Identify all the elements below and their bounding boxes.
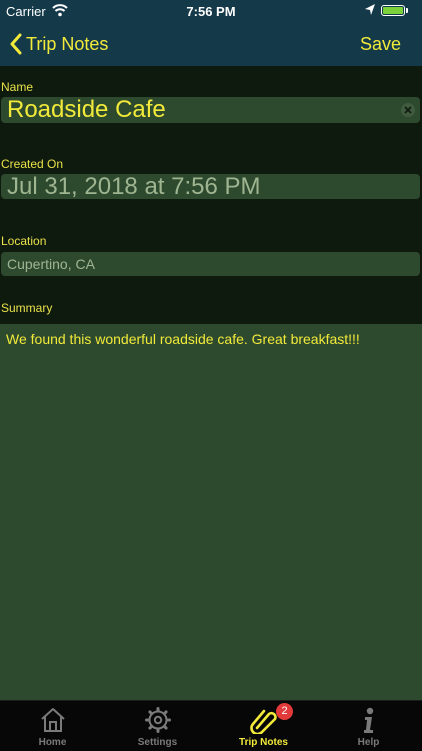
tab-trip-notes[interactable]: Trip Notes — [211, 701, 316, 751]
clear-icon[interactable] — [401, 103, 415, 117]
tab-settings[interactable]: Settings — [105, 701, 210, 751]
save-button[interactable]: Save — [360, 34, 401, 55]
navigation-bar: Trip Notes Save — [0, 22, 422, 66]
home-icon — [0, 706, 105, 734]
tab-help-label: Help — [357, 737, 380, 748]
name-field[interactable]: Roadside Cafe — [1, 97, 420, 123]
created-on-label: Created On — [1, 157, 64, 171]
tab-home-label: Home — [38, 737, 67, 748]
trip-note-form: Name Roadside Cafe Created On Jul 31, 20… — [0, 66, 422, 700]
tab-home[interactable]: Home — [0, 701, 105, 751]
location-field[interactable]: Cupertino, CA — [1, 252, 420, 276]
tab-trip-notes-label: Trip Notes — [239, 737, 288, 748]
top-bar: Carrier 7:56 PM Trip Notes Save — [0, 0, 422, 66]
tab-bar: Home Settings Trip Notes Help — [0, 700, 422, 751]
trip-notes-badge: 2 — [276, 703, 293, 720]
chevron-left-icon — [10, 33, 22, 55]
info-icon — [316, 706, 421, 734]
summary-label: Summary — [1, 301, 53, 315]
back-button[interactable]: Trip Notes — [10, 30, 108, 58]
tab-settings-label: Settings — [137, 737, 178, 748]
created-on-value: Jul 31, 2018 at 7:56 PM — [7, 173, 261, 200]
location-value: Cupertino, CA — [7, 256, 95, 272]
name-value: Roadside Cafe — [7, 96, 166, 123]
summary-textarea[interactable]: We found this wonderful roadside cafe. G… — [0, 324, 422, 700]
tab-help[interactable]: Help — [316, 701, 421, 751]
paperclip-icon — [211, 706, 316, 734]
status-time: 7:56 PM — [186, 4, 236, 19]
location-arrow-icon — [364, 3, 376, 20]
back-button-label: Trip Notes — [26, 33, 109, 54]
name-label: Name — [1, 80, 34, 94]
location-label: Location — [1, 234, 47, 248]
gear-icon — [105, 706, 210, 734]
summary-value: We found this wonderful roadside cafe. G… — [6, 331, 360, 347]
created-on-field[interactable]: Jul 31, 2018 at 7:56 PM — [1, 174, 420, 199]
battery-cap — [406, 8, 408, 13]
status-bar: Carrier 7:56 PM — [0, 0, 422, 22]
battery-icon — [381, 5, 405, 16]
